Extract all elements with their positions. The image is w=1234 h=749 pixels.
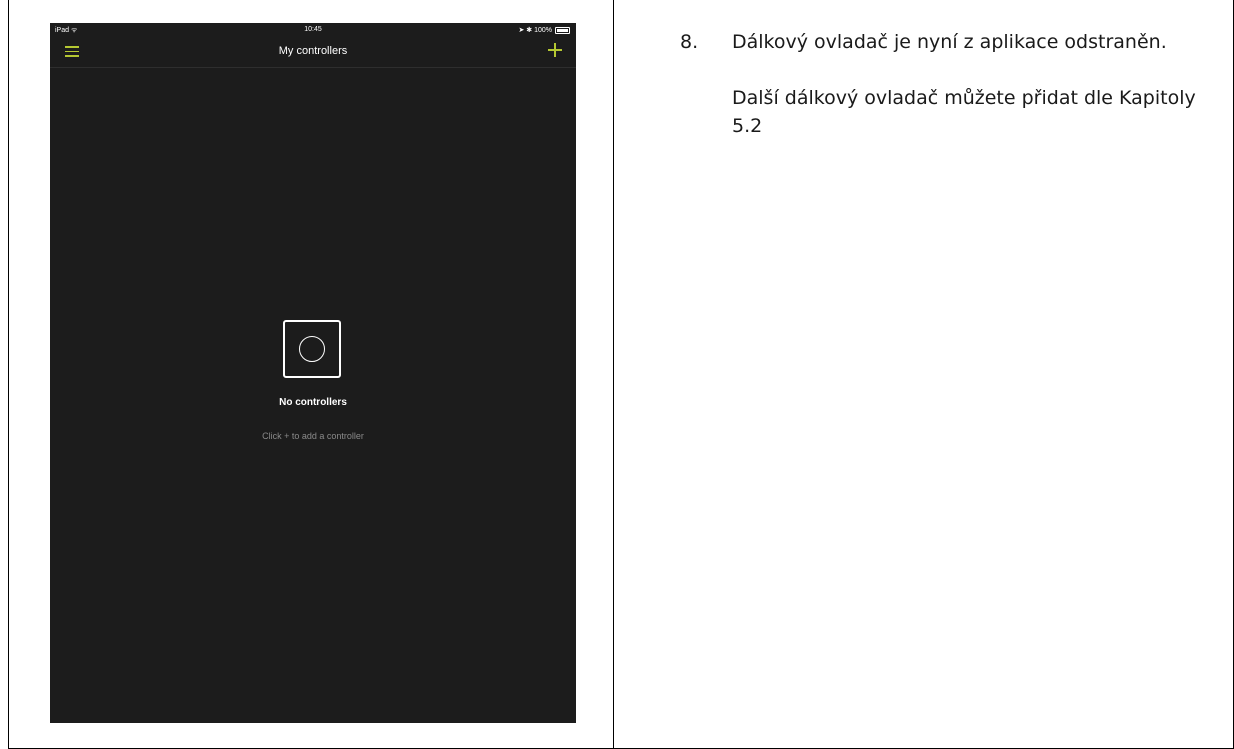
instructions-text: 8. Dálkový ovladač je nyní z aplikace od… — [680, 28, 1220, 140]
empty-state-subtitle: Click + to add a controller — [262, 431, 364, 441]
status-time: 10:45 — [304, 26, 322, 33]
status-bar: iPad ᯤ 10:45 ➤ ✱ 100% — [50, 23, 576, 37]
ipad-screenshot: iPad ᯤ 10:45 ➤ ✱ 100% My controllers No … — [50, 23, 576, 723]
battery-fill — [557, 28, 568, 32]
status-right-text: ➤ ✱ 100% — [518, 27, 552, 34]
navigation-bar: My controllers — [50, 37, 576, 68]
followup-text: Další dálkový ovladač můžete přidat dle … — [732, 87, 1196, 137]
battery-icon — [555, 26, 570, 34]
status-right-indicators: ➤ ✱ 100% — [518, 26, 570, 34]
add-controller-plus-icon[interactable] — [548, 43, 562, 57]
controller-button-circle — [299, 336, 325, 362]
empty-state-title: No controllers — [279, 397, 347, 408]
controller-icon — [283, 320, 341, 378]
step-number: 8. — [680, 31, 699, 53]
instruction-step: 8. Dálkový ovladač je nyní z aplikace od… — [680, 28, 1220, 56]
step-text: Dálkový ovladač je nyní z aplikace odstr… — [732, 31, 1167, 53]
table-cell-divider — [613, 0, 614, 749]
page-title: My controllers — [278, 45, 348, 57]
